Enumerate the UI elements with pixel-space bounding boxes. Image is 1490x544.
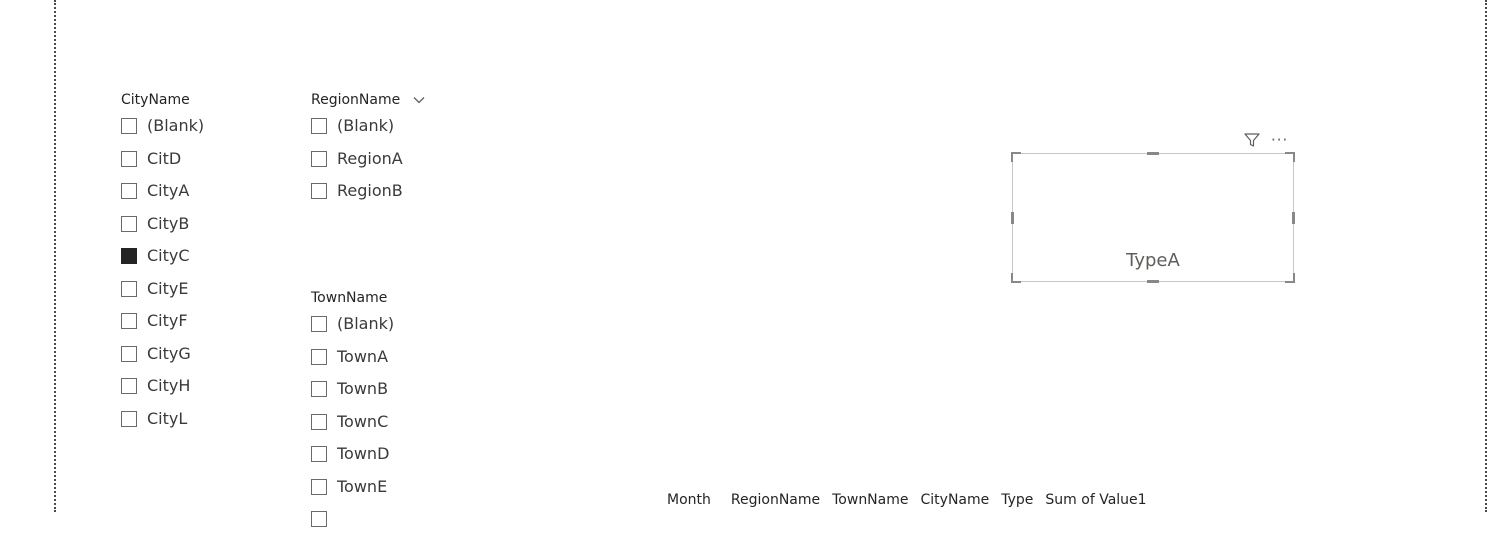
checkbox[interactable]: [121, 118, 137, 134]
column-header-type[interactable]: Type: [1001, 492, 1033, 508]
resize-handle-top-left[interactable]: [1011, 152, 1021, 162]
slicer-item-label: CityH: [147, 376, 191, 395]
slicer-item-label: CityF: [147, 311, 188, 330]
filter-icon[interactable]: [1243, 131, 1261, 149]
column-header-cityname[interactable]: CityName: [921, 492, 990, 508]
slicer-item-label: CityC: [147, 246, 190, 265]
slicer-list: (Blank) CitD CityA CityB CityC CityE Cit…: [121, 116, 205, 444]
slicer-item-label: CityB: [147, 213, 190, 233]
checkbox[interactable]: [311, 446, 327, 462]
slicer-item[interactable]: TownE: [311, 476, 394, 512]
slicer-item[interactable]: CityB: [121, 213, 204, 249]
slicer-item[interactable]: (Blank): [311, 116, 426, 151]
slicer-title: TownName: [311, 289, 394, 307]
slicer-item-label: TownA: [337, 346, 389, 366]
slicer-list: (Blank) RegionA RegionB: [311, 116, 426, 216]
column-header-sum-of-value1[interactable]: Sum of Value1: [1045, 492, 1146, 508]
slicer-item-label: CityA: [147, 181, 190, 200]
visual-header-toolbar: ···: [1243, 131, 1288, 149]
resize-handle-bottom-left[interactable]: [1011, 273, 1021, 283]
slicer-item-label: RegionB: [337, 181, 403, 200]
checkbox[interactable]: [311, 183, 327, 199]
slicer-item[interactable]: TownB: [311, 379, 394, 414]
column-header-townname[interactable]: TownName: [832, 492, 908, 508]
checkbox[interactable]: [121, 215, 137, 232]
chevron-down-icon[interactable]: [412, 93, 426, 107]
slicer-item-label: (Blank): [147, 116, 205, 135]
checkbox[interactable]: [311, 478, 327, 495]
slicer-item-label: TownB: [337, 379, 389, 398]
checkbox[interactable]: [121, 150, 137, 167]
slicer-item[interactable]: (Blank): [121, 116, 205, 151]
checkbox[interactable]: [121, 313, 137, 329]
slicer-item[interactable]: TownA: [311, 346, 394, 382]
slicer-item-label: CityG: [147, 343, 191, 363]
slicer-item[interactable]: RegionA: [311, 148, 426, 184]
checkbox[interactable]: [121, 280, 137, 297]
slicer-item[interactable]: TownD: [311, 444, 394, 479]
slicer-list: (Blank) TownA TownB TownC TownD TownE: [311, 314, 395, 544]
resize-handle-top-right[interactable]: [1285, 152, 1295, 162]
more-options-icon[interactable]: ···: [1271, 133, 1288, 148]
slicer-title-text: RegionName: [311, 92, 401, 108]
slicer-item[interactable]: CityL: [121, 408, 204, 444]
slicer-item-label: TownD: [337, 444, 390, 463]
checkbox[interactable]: [311, 413, 327, 430]
slicer-item-label: (Blank): [337, 314, 395, 333]
resize-handle-right[interactable]: [1292, 212, 1295, 224]
slicer-item-label: CityL: [147, 408, 188, 428]
slicer-item[interactable]: CityH: [121, 376, 204, 411]
slicer-item[interactable]: CityA: [121, 181, 204, 216]
canvas-border-right: [1485, 0, 1487, 512]
checkbox[interactable]: [121, 378, 137, 394]
column-header-month[interactable]: Month: [667, 492, 711, 508]
slicer-item[interactable]: CityG: [121, 343, 204, 379]
table-header: Month RegionName TownName CityName Type …: [667, 492, 1159, 508]
slicer-item-label: CityE: [147, 278, 189, 298]
slicer-title-text: TownName: [311, 290, 388, 306]
slicer-regionname: RegionName (Blank) RegionA RegionB: [311, 91, 426, 216]
checkbox[interactable]: [121, 410, 137, 427]
slicer-item[interactable]: CityF: [121, 311, 204, 346]
slicer-item[interactable]: CityE: [121, 278, 204, 314]
slicer-item[interactable]: (Blank): [311, 314, 395, 349]
checkbox[interactable]: [311, 316, 327, 332]
slicer-title-text: CityName: [121, 92, 190, 108]
column-header-regionname[interactable]: RegionName: [731, 492, 820, 508]
resize-handle-left[interactable]: [1011, 212, 1014, 224]
slicer-item-partial[interactable]: [311, 511, 394, 544]
slicer-townname: TownName (Blank) TownA TownB TownC TownD…: [311, 289, 394, 544]
checkbox[interactable]: [121, 183, 137, 199]
card-visual[interactable]: TypeA: [1011, 152, 1295, 283]
slicer-title: CityName: [121, 91, 204, 109]
slicer-item[interactable]: RegionB: [311, 181, 426, 216]
checkbox[interactable]: [311, 118, 327, 134]
checkbox-checked[interactable]: [121, 248, 137, 264]
checkbox[interactable]: [311, 381, 327, 397]
checkbox[interactable]: [311, 150, 327, 167]
slicer-item-label: TownE: [337, 476, 388, 496]
slicer-item-label: (Blank): [337, 116, 395, 135]
slicer-item[interactable]: CityC: [121, 246, 204, 281]
slicer-item-label: TownC: [337, 411, 389, 431]
slicer-item-label: RegionA: [337, 148, 403, 168]
slicer-item-label: CitD: [147, 148, 182, 168]
resize-handle-bottom[interactable]: [1147, 280, 1159, 283]
canvas-border-left: [54, 0, 56, 512]
resize-handle-top[interactable]: [1147, 152, 1159, 155]
slicer-item[interactable]: CitD: [121, 148, 204, 184]
slicer-item[interactable]: TownC: [311, 411, 394, 447]
slicer-cityname: CityName (Blank) CitD CityA CityB CityC …: [121, 91, 204, 443]
resize-handle-bottom-right[interactable]: [1285, 273, 1295, 283]
checkbox[interactable]: [311, 348, 327, 365]
checkbox[interactable]: [311, 511, 327, 527]
card-value: TypeA: [1126, 250, 1180, 271]
slicer-title: RegionName: [311, 91, 426, 109]
checkbox[interactable]: [121, 345, 137, 362]
